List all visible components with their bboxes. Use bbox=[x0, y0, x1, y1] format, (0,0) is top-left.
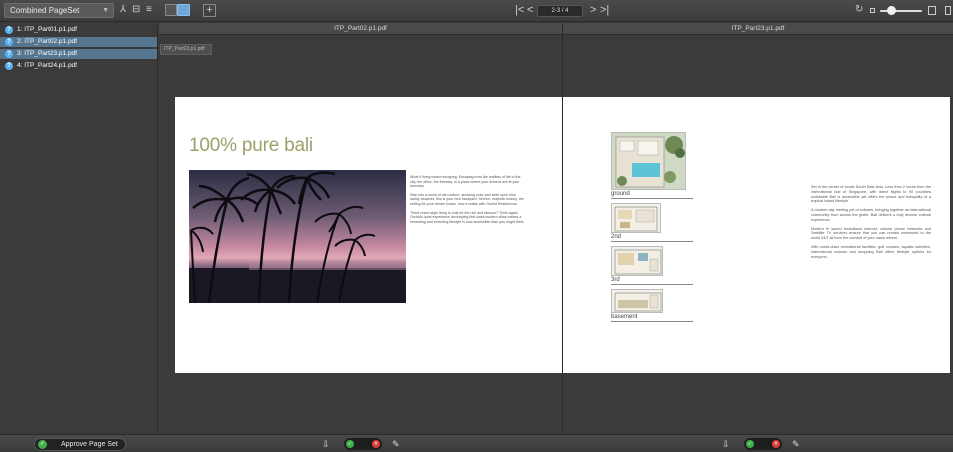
file-item-label: 4: ITP_Part24.p1.pdf bbox=[17, 62, 77, 69]
file-tooltip: ITP_Part23.p1.pdf bbox=[160, 44, 212, 55]
third-floor-plan-image bbox=[611, 246, 663, 276]
add-button[interactable]: + bbox=[203, 4, 216, 17]
right-column-header: ITP_Part23.p1.pdf bbox=[563, 23, 953, 35]
paragraph: With world-class recreational facilities… bbox=[811, 244, 931, 259]
left-page-text: What if living meant escaping. Escaping … bbox=[410, 175, 526, 228]
question-icon: ? bbox=[5, 62, 13, 70]
paragraph: Modern hi speed broadband internet, cell… bbox=[811, 226, 931, 241]
zoom-in-icon[interactable] bbox=[928, 6, 936, 15]
question-icon: ? bbox=[5, 38, 13, 46]
page-indicator: 2-3 / 4 bbox=[537, 5, 583, 17]
file-item-2[interactable]: ? 2: ITP_Part02.p1.pdf bbox=[0, 37, 157, 47]
approve-icon[interactable]: ✓ bbox=[346, 440, 354, 448]
page-title: 100% pure bali bbox=[189, 135, 313, 156]
approve-icon[interactable]: ✓ bbox=[746, 440, 754, 448]
paragraph: There resort style living is only for th… bbox=[410, 210, 525, 224]
list-menu-icon[interactable]: ≡ bbox=[146, 4, 152, 16]
file-item-label: 1: ITP_Part01.p1.pdf bbox=[17, 26, 77, 33]
plan-label-basement: basement bbox=[611, 313, 693, 322]
last-page-icon[interactable]: >| bbox=[600, 3, 609, 17]
person-icon[interactable]: ⅄ bbox=[120, 4, 126, 16]
left-page: 100% pure bali What if living meant esca… bbox=[175, 97, 562, 373]
paragraph: Set in the center of exotic South East A… bbox=[811, 185, 931, 204]
download-icon[interactable]: ⇩ bbox=[322, 438, 330, 450]
left-page-actions: ⇩ ✓ ✕ ✎ bbox=[322, 438, 412, 451]
next-page-icon[interactable]: > bbox=[590, 3, 596, 17]
file-item-3[interactable]: ? 3: ITP_Part23.p1.pdf bbox=[0, 49, 157, 59]
bottom-toolbar: ✓ Approve Page Set ⇩ ✓ ✕ ✎ ⇩ ✓ ✕ ✎ bbox=[0, 434, 953, 452]
single-page-view-button[interactable] bbox=[165, 4, 177, 16]
approve-page-set-button[interactable]: ✓ Approve Page Set bbox=[34, 438, 126, 451]
file-item-1[interactable]: ? 1: ITP_Part01.p1.pdf bbox=[0, 25, 157, 35]
paragraph: What if living meant escaping. Escaping … bbox=[410, 175, 521, 189]
file-item-label: 2: ITP_Part02.p1.pdf bbox=[17, 38, 77, 45]
zoom-slider-handle[interactable] bbox=[887, 6, 896, 15]
reject-icon[interactable]: ✕ bbox=[772, 440, 780, 448]
rotate-icon[interactable]: ↻ bbox=[855, 4, 863, 16]
approve-label: Approve Page Set bbox=[61, 441, 118, 448]
file-list-sidebar: ? 1: ITP_Part01.p1.pdf ? 2: ITP_Part02.p… bbox=[0, 23, 158, 433]
paragraph: A modern day melting pot of cultures, br… bbox=[811, 208, 931, 222]
pageset-selected-label: Combined PageSet bbox=[10, 6, 80, 15]
layers-icon[interactable]: ⊟ bbox=[132, 4, 140, 16]
plan-label-2nd: 2nd bbox=[611, 233, 693, 242]
file-item-4[interactable]: ? 4: ITP_Part24.p1.pdf bbox=[0, 61, 157, 71]
app-window: Combined PageSet ▼ ⅄ ⊟ ≡ + |< < 2-3 / 4 … bbox=[0, 0, 953, 452]
pageset-dropdown[interactable]: Combined PageSet ▼ bbox=[4, 3, 114, 18]
plan-label-3rd: 3rd bbox=[611, 276, 693, 285]
palm-sunset-photo bbox=[189, 170, 406, 303]
edit-icon[interactable]: ✎ bbox=[792, 438, 800, 450]
second-floor-plan-image bbox=[611, 203, 661, 233]
right-page-actions: ⇩ ✓ ✕ ✎ bbox=[722, 438, 812, 451]
column-divider bbox=[562, 23, 563, 452]
right-page: ground 2nd 3rd basement Set in the cente… bbox=[563, 97, 950, 373]
panel-toggle-icon[interactable] bbox=[945, 6, 951, 15]
checkmark-icon: ✓ bbox=[38, 440, 47, 449]
paragraph: Step into a world of rich culture, amazi… bbox=[410, 192, 524, 206]
right-page-text: Set in the center of exotic South East A… bbox=[811, 185, 931, 263]
spread-view-button[interactable] bbox=[177, 4, 190, 16]
approve-reject-toggle[interactable]: ✓ ✕ bbox=[744, 438, 782, 450]
edit-icon[interactable]: ✎ bbox=[392, 438, 400, 450]
top-toolbar: Combined PageSet ▼ ⅄ ⊟ ≡ + |< < 2-3 / 4 … bbox=[0, 0, 953, 22]
download-icon[interactable]: ⇩ bbox=[722, 438, 730, 450]
zoom-out-icon[interactable] bbox=[870, 8, 875, 13]
left-column-header: ITP_Part02.p1.pdf bbox=[159, 23, 562, 35]
reject-icon[interactable]: ✕ bbox=[372, 440, 380, 448]
basement-plan-image bbox=[611, 289, 663, 313]
question-icon: ? bbox=[5, 26, 13, 34]
file-item-label: 3: ITP_Part23.p1.pdf bbox=[17, 50, 77, 57]
floor-plans: ground 2nd 3rd basement bbox=[611, 132, 701, 326]
chevron-down-icon: ▼ bbox=[102, 7, 109, 14]
plan-label-ground: ground bbox=[611, 190, 693, 199]
prev-page-icon[interactable]: < bbox=[527, 3, 533, 17]
first-page-icon[interactable]: |< bbox=[515, 3, 524, 17]
question-icon: ? bbox=[5, 50, 13, 58]
approve-reject-toggle[interactable]: ✓ ✕ bbox=[344, 438, 382, 450]
ground-floor-plan-image bbox=[611, 132, 686, 190]
